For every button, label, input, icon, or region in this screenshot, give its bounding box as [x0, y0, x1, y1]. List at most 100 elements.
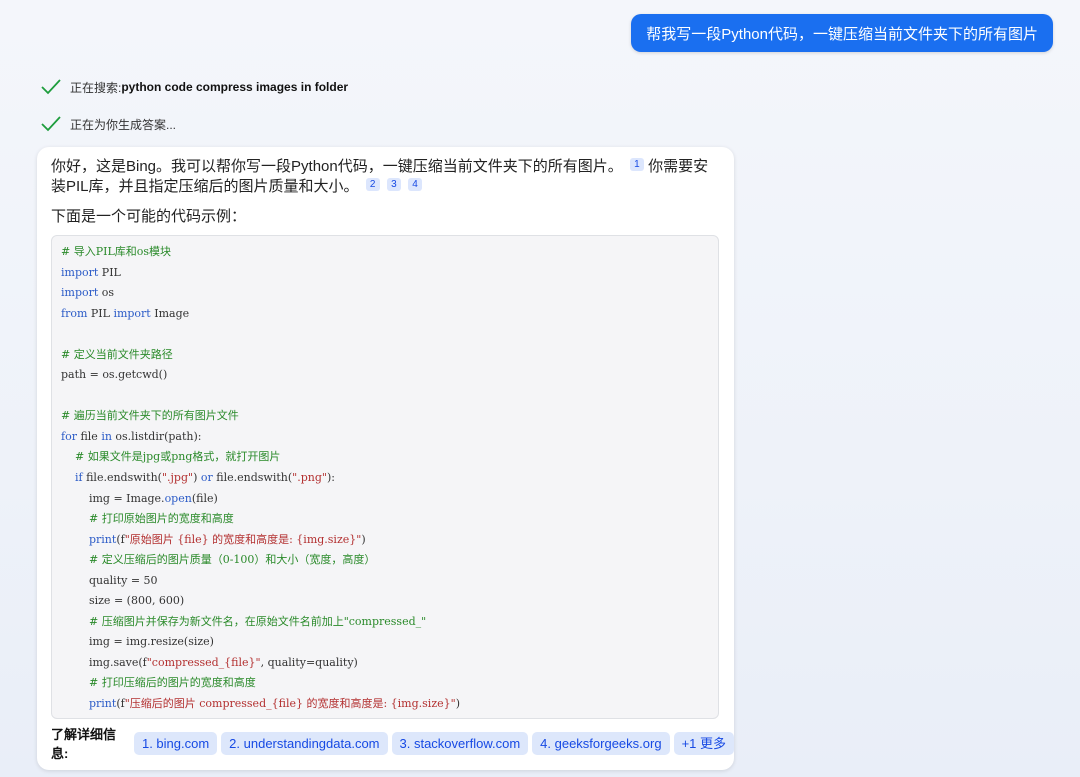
code-token: or: [200, 471, 213, 485]
code-token: img = Image.: [61, 491, 165, 505]
user-message-text: 帮我写一段Python代码，一键压缩当前文件夹下的所有图片: [646, 25, 1038, 43]
code-token: img.save(f: [61, 655, 147, 669]
code-token: "压缩后的图片 compressed_{file} 的宽度和高度是: {img.…: [124, 697, 456, 711]
code-token: import: [113, 306, 151, 320]
status-generating: 正在为你生成答案...: [40, 115, 176, 133]
code-token: size = (800, 600): [61, 594, 185, 608]
code-line: # 导入PIL库和os模块: [61, 242, 718, 263]
code-token: path = os.getcwd(): [61, 368, 168, 382]
answer-text-part1: 你好，这是Bing。我可以帮你写一段Python代码，一键压缩当前文件夹下的所有…: [51, 158, 623, 175]
check-icon: [41, 79, 61, 95]
citation-badge-1[interactable]: 1: [629, 158, 644, 171]
citation-badge-2[interactable]: 2: [365, 178, 380, 191]
user-message-bubble: 帮我写一段Python代码，一键压缩当前文件夹下的所有图片: [631, 14, 1053, 52]
code-line: img = Image.open(file): [61, 489, 718, 510]
answer-paragraph: 你好，这是Bing。我可以帮你写一段Python代码，一键压缩当前文件夹下的所有…: [51, 157, 720, 197]
code-line: # 打印压缩后的图片的宽度和高度: [61, 673, 718, 694]
more-sources-chip[interactable]: +1 更多: [673, 731, 734, 755]
status-searching: 正在搜索: python code compress images in fol…: [40, 78, 348, 96]
code-line: for file in os.listdir(path):: [61, 427, 718, 448]
code-token: ".jpg": [161, 471, 194, 485]
code-token: (f: [116, 697, 125, 711]
code-token: "原始图片 {file} 的宽度和高度是: {img.size}": [124, 532, 362, 546]
code-token: # 遍历当前文件夹下的所有图片文件: [61, 409, 239, 423]
code-line: print(f"压缩后的图片 compressed_{file} 的宽度和高度是…: [61, 694, 718, 715]
code-line: # 定义当前文件夹路径: [61, 345, 718, 366]
status-searching-prefix: 正在搜索:: [70, 80, 122, 95]
code-token: os.listdir(path):: [111, 429, 202, 443]
learn-more-label: 了解详细信息:: [51, 727, 117, 761]
code-token: from: [61, 306, 88, 320]
code-token: file.endswith(: [212, 471, 293, 485]
code-token: in: [101, 429, 112, 443]
code-token: ):: [326, 471, 335, 485]
code-token: ): [361, 532, 366, 546]
code-line: print(f"原始图片 {file} 的宽度和高度是: {img.size}"…: [61, 530, 718, 551]
code-token: if: [75, 471, 83, 485]
source-chip-2[interactable]: 2. understandingdata.com: [221, 731, 388, 755]
code-token: open: [164, 491, 192, 505]
code-token: ): [455, 697, 460, 711]
code-token: file.endswith(: [82, 471, 162, 485]
code-token: # 如果文件是jpg或png格式，就打开图片: [75, 450, 281, 464]
code-token: # 打印压缩后的图片的宽度和高度: [88, 676, 256, 690]
code-line: # 如果文件是jpg或png格式，就打开图片: [61, 447, 718, 468]
check-icon: [41, 116, 61, 132]
code-line: quality = 50: [61, 571, 718, 592]
code-token: print: [88, 697, 117, 711]
code-line: from PIL import Image: [61, 304, 718, 325]
code-token: , quality=quality): [260, 655, 358, 669]
citation-badge-3[interactable]: 3: [386, 178, 401, 191]
code-line: # 遍历当前文件夹下的所有图片文件: [61, 406, 718, 427]
learn-more-bar: 了解详细信息: 1. bing.com 2. understandingdata…: [51, 724, 734, 762]
code-line: img = img.resize(size): [61, 632, 718, 653]
source-chip-3[interactable]: 3. stackoverflow.com: [391, 731, 529, 755]
code-line: img.save(f"compressed_{file}", quality=q…: [61, 653, 718, 674]
code-token: img = img.resize(size): [61, 635, 214, 649]
code-token: print: [88, 532, 117, 546]
code-line: import PIL: [61, 263, 718, 284]
code-block[interactable]: # 导入PIL库和os模块 import PIL import os from PIL…: [51, 235, 719, 719]
citation-badge-4[interactable]: 4: [408, 178, 423, 191]
status-search-query: python code compress images in folder: [121, 80, 349, 94]
source-chip-4[interactable]: 4. geeksforgeeks.org: [532, 731, 670, 755]
code-token: (file): [191, 491, 218, 505]
code-token: file: [76, 429, 102, 443]
code-line: size = (800, 600): [61, 591, 718, 612]
code-token: # 压缩图片并保存为新文件名，在原始文件名前加上"compressed_": [88, 614, 427, 628]
code-token: PIL: [98, 265, 121, 279]
code-line: import os: [61, 283, 718, 304]
code-token: # 定义压缩后的图片质量（0-100）和大小（宽度，高度）: [88, 553, 376, 567]
bot-answer-card: 你好，这是Bing。我可以帮你写一段Python代码，一键压缩当前文件夹下的所有…: [37, 147, 734, 770]
code-token: (f: [116, 532, 125, 546]
code-token: "compressed_{file}": [146, 655, 261, 669]
code-token: # 定义当前文件夹路径: [61, 347, 173, 361]
code-intro-text: 下面是一个可能的代码示例：: [51, 208, 247, 225]
code-token: import: [61, 265, 99, 279]
code-token: ".png": [292, 471, 327, 485]
code-token: PIL: [87, 306, 114, 320]
code-token: # 导入PIL库和os模块: [61, 245, 172, 258]
code-token: import: [61, 286, 99, 300]
source-chip-1[interactable]: 1. bing.com: [133, 731, 218, 755]
code-token: quality = 50: [61, 573, 158, 587]
code-line: # 打印原始图片的宽度和高度: [61, 509, 718, 530]
code-token: for: [61, 429, 77, 443]
status-generating-text: 正在为你生成答案...: [70, 117, 177, 132]
code-token: # 打印原始图片的宽度和高度: [88, 512, 234, 526]
code-token: ): [193, 471, 201, 485]
code-line: path = os.getcwd(): [61, 365, 718, 386]
code-token: os: [98, 286, 115, 300]
code-line: if file.endswith(".jpg") or file.endswit…: [61, 468, 718, 489]
code-line: # 定义压缩后的图片质量（0-100）和大小（宽度，高度）: [61, 550, 718, 571]
